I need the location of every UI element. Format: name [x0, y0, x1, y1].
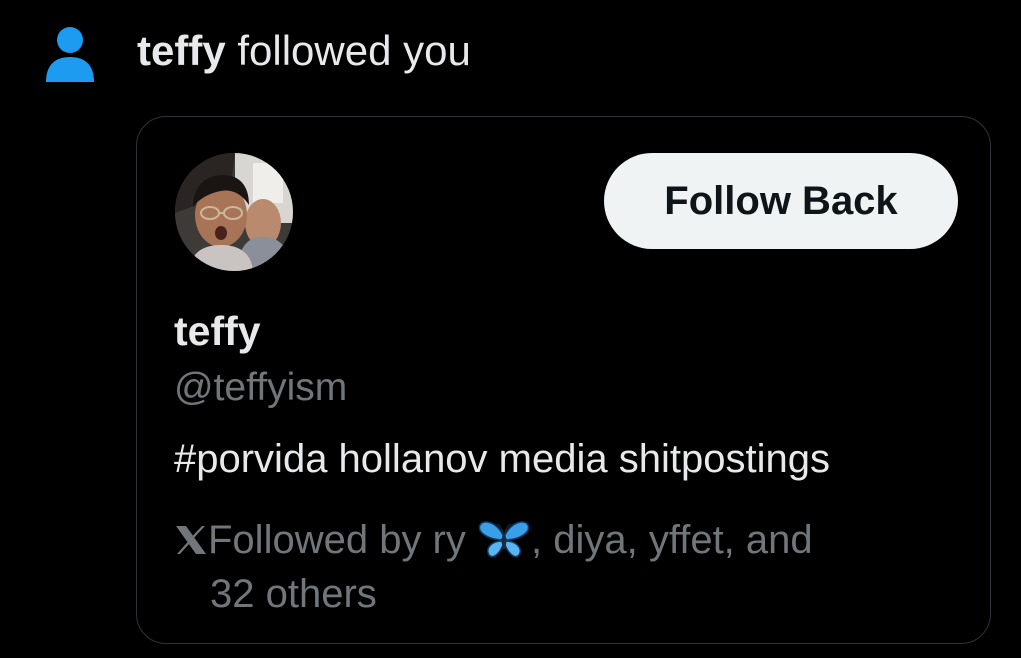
- profile-card[interactable]: Follow Back teffy @teffyism #porvida hol…: [136, 116, 991, 644]
- follow-back-button[interactable]: Follow Back: [604, 153, 958, 249]
- followed-by-rest: , diya, yffet, and: [530, 518, 813, 562]
- followed-by-text[interactable]: Followed by ry , diya, yffet, and 32 oth…: [174, 513, 954, 621]
- user-bio: #porvida hollanov media shitpostings: [174, 437, 830, 481]
- x-logo-icon: [174, 516, 208, 554]
- avatar[interactable]: [175, 153, 293, 271]
- user-handle[interactable]: @teffyism: [174, 364, 347, 412]
- notification-user[interactable]: teffy: [137, 27, 226, 74]
- person-icon: [42, 24, 98, 84]
- notification-text: teffy followed you: [137, 26, 471, 76]
- followed-by-prefix: Followed by ry: [208, 518, 477, 562]
- display-name[interactable]: teffy: [174, 306, 261, 356]
- followed-by-others: 32 others: [210, 572, 377, 616]
- notification-action: followed you: [225, 27, 471, 74]
- butterfly-icon: [477, 517, 531, 561]
